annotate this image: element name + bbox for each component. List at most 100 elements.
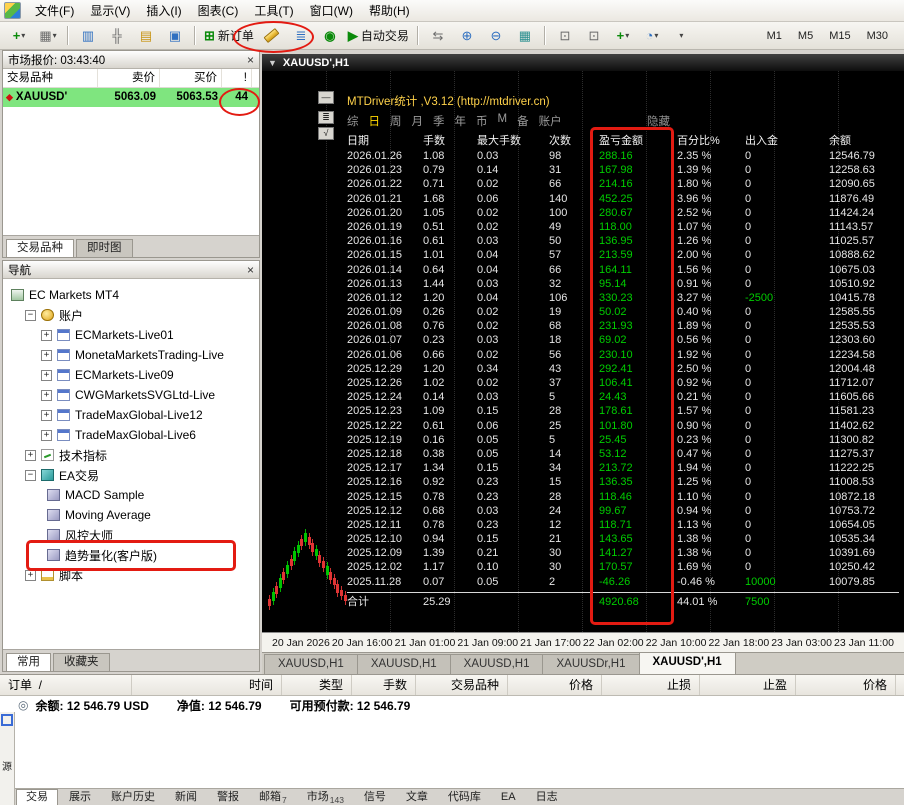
chart-tab[interactable]: XAUUSD,H1 xyxy=(264,654,358,674)
zoom-in-button[interactable]: ⊕ xyxy=(453,24,481,48)
tile-windows-button[interactable]: ▦ xyxy=(511,24,539,48)
panel-tab[interactable]: 币 xyxy=(476,113,488,129)
indicator-list-button[interactable]: ≣ xyxy=(287,24,315,48)
panel-tab[interactable]: 账户 xyxy=(539,113,562,129)
menu-item[interactable]: 图表(C) xyxy=(190,0,247,21)
tree-item-account[interactable]: + ECMarkets-Live01 xyxy=(3,325,259,345)
terminal-tab[interactable]: 文章 xyxy=(397,790,437,805)
terminal-column-header[interactable]: 订单 / xyxy=(0,675,132,695)
panel-tab[interactable]: 年 xyxy=(455,113,467,129)
tree-scripts-folder[interactable]: + 脚本 xyxy=(3,565,259,585)
tab-symbols[interactable]: 交易品种 xyxy=(6,239,74,257)
terminal-button[interactable]: ▣ xyxy=(161,24,189,48)
terminal-tab[interactable]: 新闻 xyxy=(166,790,206,805)
tab-common[interactable]: 常用 xyxy=(6,653,51,671)
expand-box-icon[interactable]: + xyxy=(25,449,36,461)
chart-tab[interactable]: XAUUSD,H1 xyxy=(356,654,451,674)
terminal-tab[interactable]: 警报 xyxy=(208,790,248,805)
tree-item-account[interactable]: + CWGMarketsSVGLtd-Live xyxy=(3,385,259,405)
terminal-tab[interactable]: 日志 xyxy=(527,790,567,805)
column-bid[interactable]: 卖价 xyxy=(98,69,160,87)
terminal-column-header[interactable]: 止损 xyxy=(602,675,700,695)
panel-tab[interactable]: 备 xyxy=(517,113,529,129)
dock-strip[interactable]: 源 xyxy=(0,712,15,805)
chart-canvas[interactable]: — ≣ √ MTDriver统计 ,V3.12 (http://mtdriver… xyxy=(262,71,904,632)
panel-tab[interactable]: 季 xyxy=(433,113,445,129)
metaeditor-button[interactable] xyxy=(258,24,286,48)
auto-trading-button[interactable]: ▶ 自动交易 xyxy=(345,24,412,48)
market-watch-titlebar[interactable]: 市场报价: 03:43:40 × xyxy=(3,51,259,69)
panel-minimize-button[interactable]: — xyxy=(318,91,334,104)
collapse-box-icon[interactable]: − xyxy=(25,309,36,321)
terminal-column-header[interactable]: 止盈 xyxy=(700,675,796,695)
terminal-column-header[interactable]: 价格 xyxy=(508,675,602,695)
expand-box-icon[interactable]: + xyxy=(41,349,52,361)
chart-shift-button[interactable]: ⇆ xyxy=(424,24,452,48)
tree-accounts-folder[interactable]: − 账户 xyxy=(3,305,259,325)
tree-item-ea[interactable]: Moving Average xyxy=(3,505,259,525)
tab-tick-chart[interactable]: 即时图 xyxy=(76,239,133,257)
add-indicator-button[interactable]: + ▾ xyxy=(609,24,637,48)
terminal-column-header[interactable]: 价格 xyxy=(796,675,896,695)
chart-tab[interactable]: XAUUSD',H1 xyxy=(638,652,736,674)
close-icon[interactable]: × xyxy=(247,264,254,276)
period-button[interactable]: M30 xyxy=(860,27,895,45)
terminal-tab[interactable]: 交易 xyxy=(16,789,58,805)
chart-tab[interactable]: XAUUSD,H1 xyxy=(449,654,544,674)
period-button[interactable]: M15 xyxy=(822,27,857,45)
tree-ea-folder[interactable]: − EA交易 xyxy=(3,465,259,485)
sound-button[interactable]: ◉ xyxy=(316,24,344,48)
market-watch-button[interactable]: ▥ xyxy=(74,24,102,48)
expand-box-icon[interactable]: + xyxy=(41,429,52,441)
market-row-xauusd[interactable]: ◆ XAUUSD' 5063.09 5063.53 44 xyxy=(3,88,259,107)
terminal-tab[interactable]: 账户历史 xyxy=(102,790,164,805)
menu-item[interactable]: 帮助(H) xyxy=(361,0,418,21)
tree-root[interactable]: EC Markets MT4 xyxy=(3,285,259,305)
expand-box-icon[interactable]: + xyxy=(41,369,52,381)
panel-tab[interactable]: 周 xyxy=(390,113,402,129)
data-window-button[interactable]: ╬ xyxy=(103,24,131,48)
expand-box-icon[interactable]: + xyxy=(41,389,52,401)
period-clock-button[interactable]: ◔ ▾ xyxy=(638,24,666,48)
column-ask[interactable]: 买价 xyxy=(160,69,222,87)
panel-confirm-button[interactable]: √ xyxy=(318,127,334,140)
tree-item-ea[interactable]: 趋势量化(客户版) xyxy=(3,545,259,565)
new-chart-button[interactable]: + ▾ xyxy=(5,24,33,48)
expand-box-icon[interactable]: + xyxy=(41,329,52,341)
terminal-column-header[interactable]: 交易品种 xyxy=(416,675,508,695)
column-spread[interactable]: ! xyxy=(222,69,252,87)
templates-button[interactable]: ▾ xyxy=(667,24,695,48)
terminal-tab[interactable]: 市场143 xyxy=(298,790,353,805)
navigator-button[interactable]: ▤ xyxy=(132,24,160,48)
panel-tab[interactable]: 日 xyxy=(369,113,381,129)
terminal-tab[interactable]: 信号 xyxy=(355,790,395,805)
close-icon[interactable]: × xyxy=(247,54,254,66)
menu-item[interactable]: 插入(I) xyxy=(138,0,189,21)
tree-item-account[interactable]: + TradeMaxGlobal-Live12 xyxy=(3,405,259,425)
terminal-tab[interactable]: EA xyxy=(492,790,525,805)
tree-indicators-folder[interactable]: + 技术指标 xyxy=(3,445,259,465)
new-order-button[interactable]: ⊞ 新订单 xyxy=(201,24,257,48)
expand-box-icon[interactable]: + xyxy=(25,569,36,581)
tree-item-account[interactable]: + TradeMaxGlobal-Live6 xyxy=(3,425,259,445)
tree-item-ea[interactable]: 风控大师 xyxy=(3,525,259,545)
menu-item[interactable]: 窗口(W) xyxy=(302,0,361,21)
terminal-tab[interactable]: 展示 xyxy=(60,790,100,805)
panel-hide-button[interactable]: 隐藏 xyxy=(647,113,670,129)
collapse-arrow-icon[interactable]: ▼ xyxy=(268,58,277,68)
terminal-column-header[interactable]: 手数 xyxy=(352,675,416,695)
column-symbol[interactable]: 交易品种 xyxy=(3,69,98,87)
terminal-column-header[interactable]: 时间 xyxy=(132,675,282,695)
period-button[interactable]: M1 xyxy=(760,27,789,45)
chart-tab[interactable]: XAUUSDr,H1 xyxy=(542,654,640,674)
chart-titlebar[interactable]: ▼ XAUUSD',H1 xyxy=(262,54,904,71)
terminal-tab[interactable]: 代码库 xyxy=(439,790,490,805)
panel-tab[interactable]: 月 xyxy=(412,113,424,129)
panel-tab[interactable]: M xyxy=(498,113,508,129)
panel-tab[interactable]: 综 xyxy=(347,113,359,129)
terminal-tab[interactable]: 邮箱7 xyxy=(250,790,296,805)
tree-item-account[interactable]: + MonetaMarketsTrading-Live xyxy=(3,345,259,365)
zoom-out-button[interactable]: ⊖ xyxy=(482,24,510,48)
navigator-titlebar[interactable]: 导航 × xyxy=(3,261,259,279)
menu-item[interactable]: 工具(T) xyxy=(246,0,301,21)
